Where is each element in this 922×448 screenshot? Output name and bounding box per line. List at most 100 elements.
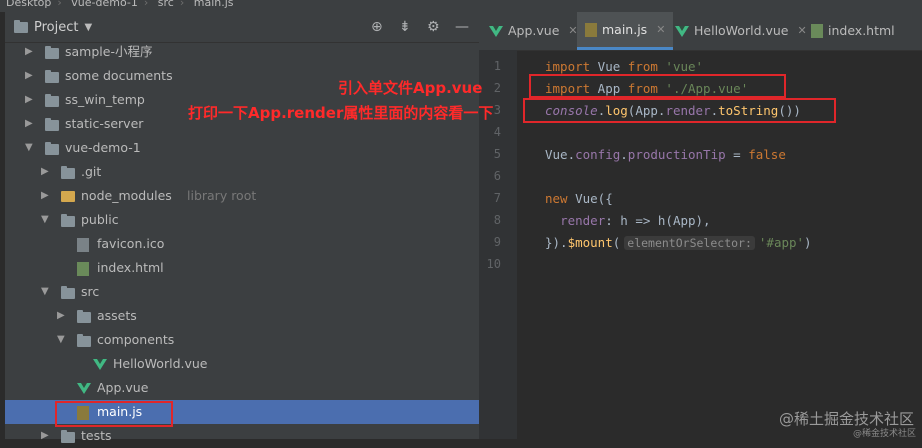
tree-item-label: App.vue	[97, 380, 149, 395]
line-number: 1	[493, 59, 501, 73]
tree-item-label: ss_win_temp	[65, 92, 145, 107]
tree-item-label: HelloWorld.vue	[113, 356, 208, 371]
chevron-right-icon[interactable]: ▶	[25, 64, 35, 88]
tree-item-label: src	[81, 284, 100, 299]
tree-item[interactable]: ▼ components	[5, 328, 479, 352]
tree-item[interactable]: ▶ sample-小程序	[5, 40, 479, 64]
annotation-box-console-line	[523, 98, 836, 123]
tree-item-label: favicon.ico	[97, 236, 165, 251]
html-file-icon	[811, 24, 823, 38]
editor-tab-label: App.vue	[508, 23, 560, 38]
editor-tab-label: index.html	[828, 23, 895, 38]
annotation-import-app-vue: 引入单文件App.vue	[338, 79, 483, 97]
folder-icon	[77, 310, 91, 323]
folder-icon	[61, 286, 75, 299]
breadcrumb-item[interactable]: vue-demo-1	[71, 0, 138, 8]
tree-item[interactable]: ▶ .git	[5, 160, 479, 184]
folder-icon	[61, 214, 75, 227]
chevron-right-icon[interactable]: ▶	[25, 112, 35, 136]
tree-item[interactable]: ▶ node_modules library root	[5, 184, 479, 208]
tree-item-hint: library root	[187, 188, 257, 203]
tree-item-label: index.html	[97, 260, 164, 275]
tree-item-label: components	[97, 332, 175, 347]
line-number: 4	[493, 125, 501, 139]
editor-tab[interactable]: App.vue ✕	[487, 12, 580, 50]
tree-item[interactable]: App.vue	[5, 376, 479, 400]
tree-item[interactable]: ▼ vue-demo-1	[5, 136, 479, 160]
chevron-right-icon[interactable]: ▶	[25, 88, 35, 112]
file-icon	[77, 238, 89, 252]
chevron-right-icon[interactable]: ▶	[41, 424, 51, 448]
hide-panel-icon[interactable]: —	[455, 19, 469, 35]
code-line-9: }).$mount(elementOrSelector: '#app')	[545, 235, 812, 250]
folder-icon	[45, 142, 59, 155]
code-line-8: render: h => h(App),	[560, 213, 711, 228]
tree-item-label: some documents	[65, 68, 173, 83]
project-panel-title: Project	[34, 20, 79, 35]
locate-icon[interactable]: ⊕	[371, 19, 383, 35]
code-line-5: Vue.config.productionTip = false	[545, 147, 786, 162]
breadcrumb-separator: ›	[143, 0, 149, 9]
tree-item-label: assets	[97, 308, 137, 323]
chevron-down-icon[interactable]: ▼	[41, 208, 51, 232]
collapse-all-icon[interactable]: ⇟	[399, 19, 411, 35]
folder-icon	[45, 118, 59, 131]
tree-item[interactable]: favicon.ico	[5, 232, 479, 256]
editor-tab[interactable]: index.html	[809, 12, 897, 50]
editor-tab-label: main.js	[602, 21, 648, 37]
editor-tab[interactable]: HelloWorld.vue ✕	[673, 12, 809, 50]
chevron-down-icon[interactable]: ▼	[57, 328, 67, 352]
breadcrumb-item[interactable]: src	[158, 0, 174, 8]
vue-icon	[93, 359, 107, 370]
annotation-box-import-line	[529, 74, 786, 98]
tree-item-label: public	[81, 212, 119, 227]
folder-icon	[61, 430, 75, 443]
gear-icon[interactable]: ⚙	[427, 19, 440, 35]
breadcrumb-item[interactable]: Desktop	[6, 0, 51, 8]
library-folder-icon	[61, 191, 75, 202]
editor-tab-bar: App.vue ✕ main.js ✕ HelloWorld.vue ✕ index.htm…	[479, 12, 922, 51]
tree-item[interactable]: ▶ tests	[5, 424, 479, 448]
html-file-icon	[77, 262, 89, 276]
breadcrumb-item[interactable]: main.js	[194, 0, 234, 8]
chevron-right-icon[interactable]: ▶	[41, 160, 51, 184]
folder-icon	[61, 166, 75, 179]
vue-icon	[675, 25, 689, 37]
tree-item[interactable]: HelloWorld.vue	[5, 352, 479, 376]
chevron-right-icon[interactable]: ▶	[25, 40, 35, 64]
chevron-right-icon[interactable]: ▶	[41, 184, 51, 208]
close-icon[interactable]: ✕	[656, 10, 665, 50]
breadcrumb-separator: ›	[57, 0, 62, 9]
line-number: 9	[493, 235, 501, 249]
annotation-box-main-js	[55, 401, 173, 427]
watermark-small: @稀金技术社区	[852, 429, 916, 439]
tree-item[interactable]: ▶ assets	[5, 304, 479, 328]
project-panel-header: Project ▼ ⊕ ⇟ ⚙ —	[5, 14, 479, 43]
code-line-1: import Vue from 'vue'	[545, 59, 704, 74]
tree-item-label: sample-小程序	[65, 44, 153, 59]
editor-tab[interactable]: main.js ✕	[577, 10, 674, 50]
parameter-hint: elementOrSelector:	[624, 236, 755, 250]
tree-item-label: .git	[81, 164, 102, 179]
close-icon[interactable]: ✕	[798, 11, 807, 51]
tree-item[interactable]: index.html	[5, 256, 479, 280]
chevron-down-icon[interactable]: ▼	[41, 280, 51, 304]
tree-item[interactable]: ▼ src	[5, 280, 479, 304]
vue-icon	[489, 25, 503, 37]
chevron-right-icon[interactable]: ▶	[57, 304, 67, 328]
annotation-print-render: 打印一下App.render属性里面的内容看一下	[188, 104, 494, 122]
folder-icon	[77, 334, 91, 347]
folder-icon	[45, 94, 59, 107]
code-line-7: new Vue({	[545, 191, 613, 206]
project-folder-icon	[14, 20, 28, 33]
chevron-down-icon[interactable]: ▼	[25, 136, 35, 160]
tree-item-label: node_modules	[81, 188, 172, 203]
editor-tab-label: HelloWorld.vue	[694, 23, 789, 38]
tree-item[interactable]: ▼ public	[5, 208, 479, 232]
line-number: 6	[493, 169, 501, 183]
project-view-selector[interactable]: Project ▼	[14, 20, 92, 35]
line-number: 5	[493, 147, 501, 161]
tree-item-label: tests	[81, 428, 112, 443]
tree-item-label: static-server	[65, 116, 144, 131]
line-number: 7	[493, 191, 501, 205]
